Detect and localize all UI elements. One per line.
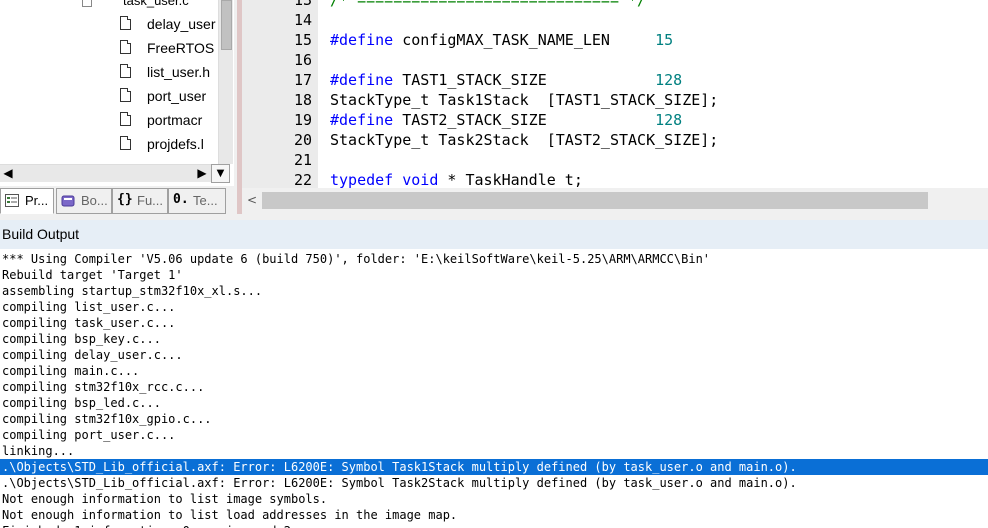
template-icon: 0. <box>173 192 189 207</box>
code-line[interactable]: StackType_t Task2Stack [TAST2_STACK_SIZE… <box>330 131 718 149</box>
tab-label: Te... <box>193 193 218 208</box>
code-editor[interactable]: /* ============================= */ #def… <box>318 0 988 189</box>
line-number: 21 <box>293 151 312 169</box>
build-output-line[interactable]: *** Using Compiler 'V5.06 update 6 (buil… <box>0 251 988 267</box>
scrollbar-thumb[interactable] <box>221 0 232 50</box>
build-output-line[interactable]: Rebuild target 'Target 1' <box>0 267 988 283</box>
line-number-gutter: 13 14 15 16 17 18 19 20 21 22 <box>242 0 318 189</box>
build-output-line[interactable]: linking... <box>0 443 988 459</box>
line-number: 19 <box>293 111 312 129</box>
line-number: 15 <box>293 31 312 49</box>
line-number: 13 <box>293 0 312 9</box>
file-icon <box>120 40 131 54</box>
code-line[interactable]: typedef void * TaskHandle_t; <box>330 171 583 189</box>
build-output-line[interactable]: compiling stm32f10x_rcc.c... <box>0 379 988 395</box>
line-number: 20 <box>293 131 312 149</box>
tab-functions[interactable]: {} Fu... <box>112 188 168 214</box>
tab-books[interactable]: Bo... <box>56 188 112 214</box>
file-icon <box>120 136 131 150</box>
tab-project[interactable]: Pr... <box>0 188 54 214</box>
braces-icon: {} <box>117 192 133 207</box>
project-panel: task_user.c delay_user FreeRTOS list_use… <box>0 0 234 214</box>
build-output-line[interactable]: compiling task_user.c... <box>0 315 988 331</box>
tree-item-label: portmacr <box>147 112 203 128</box>
build-output-line[interactable]: .\Objects\STD_Lib_official.axf: Error: L… <box>0 459 988 475</box>
tree-item-label: delay_user <box>147 16 216 32</box>
build-output-line[interactable]: assembling startup_stm32f10x_xl.s... <box>0 283 988 299</box>
tab-label: Pr... <box>25 193 49 208</box>
scroll-left-arrow-icon[interactable]: < <box>244 192 260 209</box>
file-icon <box>120 88 131 102</box>
tree-horizontal-scrollbar[interactable]: ◀ ▶ <box>0 164 218 182</box>
books-icon <box>61 195 75 207</box>
build-output-header: Build Output <box>0 214 988 249</box>
line-number: 17 <box>293 71 312 89</box>
build-output-line[interactable]: compiling port_user.c... <box>0 427 988 443</box>
build-output-line[interactable]: compiling list_user.c... <box>0 299 988 315</box>
build-output-line[interactable]: compiling main.c... <box>0 363 988 379</box>
line-number: 14 <box>293 11 312 29</box>
build-output-line[interactable]: compiling bsp_key.c... <box>0 331 988 347</box>
tree-item-label: list_user.h <box>147 64 211 80</box>
project-tree: task_user.c delay_user FreeRTOS list_use… <box>0 0 218 164</box>
code-line[interactable]: StackType_t Task1Stack [TAST1_STACK_SIZE… <box>330 91 718 109</box>
chevron-down-icon[interactable]: ▼ <box>211 164 230 183</box>
project-icon <box>5 194 19 207</box>
tab-label: Bo... <box>81 193 108 208</box>
code-line[interactable]: #define TAST2_STACK_SIZE 128 <box>330 111 682 129</box>
code-line[interactable]: #define configMAX_TASK_NAME_LEN 15 <box>330 31 673 49</box>
build-output-pane[interactable]: *** Using Compiler 'V5.06 update 6 (buil… <box>0 249 988 528</box>
file-icon <box>120 112 131 126</box>
scroll-right-arrow-icon[interactable]: ▶ <box>194 165 210 182</box>
scrollbar-track[interactable] <box>22 168 180 178</box>
editor-horizontal-scrollbar[interactable]: < <box>242 188 988 214</box>
build-output-line[interactable]: Not enough information to list load addr… <box>0 507 988 523</box>
build-output-line[interactable]: compiling bsp_led.c... <box>0 395 988 411</box>
tab-label: Fu... <box>137 193 164 208</box>
code-line[interactable]: /* ============================= */ <box>330 0 646 9</box>
tree-item-label: projdefs.l <box>147 136 204 152</box>
scrollbar-thumb[interactable] <box>262 192 928 209</box>
build-output-line[interactable]: compiling stm32f10x_gpio.c... <box>0 411 988 427</box>
tree-item-label: port_user <box>147 88 207 104</box>
panel-tabbar: Pr... Bo... {} Fu... 0. Te... <box>0 186 234 214</box>
build-output-line[interactable]: .\Objects\STD_Lib_official.axf: Error: L… <box>0 475 988 491</box>
line-number: 18 <box>293 91 312 109</box>
tree-expander[interactable] <box>82 0 92 7</box>
build-output-line[interactable]: Finished: 1 information, 0 warning and 2… <box>0 523 988 528</box>
build-output-line[interactable]: compiling delay_user.c... <box>0 347 988 363</box>
tree-item-label: FreeRTOS <box>147 40 215 56</box>
file-icon <box>120 64 131 78</box>
code-line[interactable]: #define TAST1_STACK_SIZE 128 <box>330 71 682 89</box>
line-number: 16 <box>293 51 312 69</box>
tree-item-parent-file[interactable]: task_user.c <box>123 0 189 8</box>
tree-vertical-scrollbar[interactable] <box>218 0 233 164</box>
tab-templates[interactable]: 0. Te... <box>168 188 226 214</box>
scroll-left-arrow-icon[interactable]: ◀ <box>0 165 16 182</box>
line-number: 22 <box>293 171 312 189</box>
build-output-line[interactable]: Not enough information to list image sym… <box>0 491 988 507</box>
build-output-title: Build Output <box>2 226 80 242</box>
file-icon <box>120 16 131 30</box>
